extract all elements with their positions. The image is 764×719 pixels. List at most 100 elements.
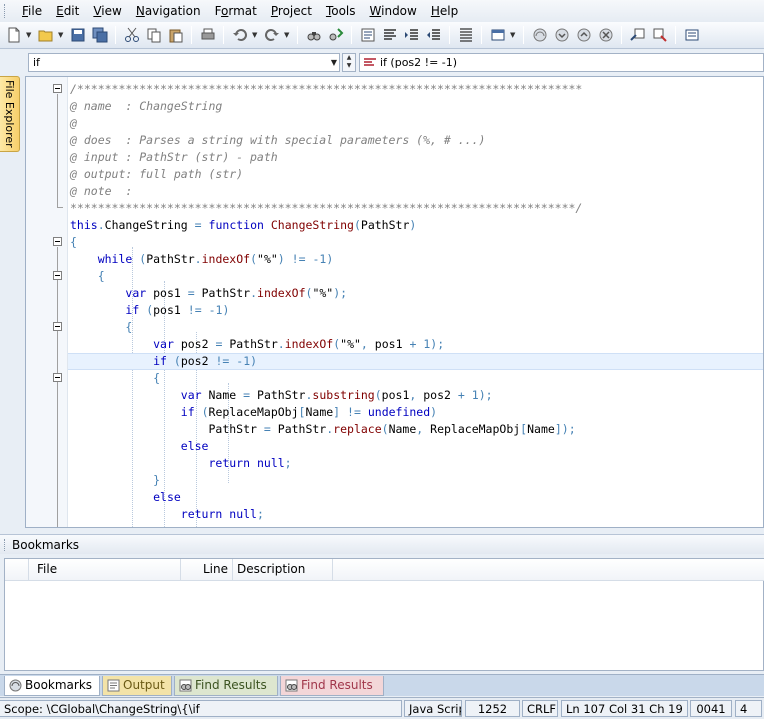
outdent-icon[interactable] bbox=[424, 26, 443, 45]
code-line: @ input : PathStr (str) - path bbox=[70, 150, 278, 164]
status-bar: Scope: \CGlobal\ChangeString\{\if Java S… bbox=[0, 697, 764, 719]
prev-bookmark-icon[interactable] bbox=[574, 26, 593, 45]
toolbar-separator bbox=[449, 26, 450, 44]
copy-icon[interactable] bbox=[144, 26, 163, 45]
fold-toggle-icon[interactable] bbox=[53, 237, 62, 246]
status-language[interactable]: Java Script bbox=[404, 700, 462, 717]
menu-view[interactable]: View bbox=[86, 0, 128, 22]
bookmarks-list[interactable]: File Line Description bbox=[4, 558, 764, 671]
cut-icon[interactable] bbox=[122, 26, 141, 45]
comment-block-icon[interactable] bbox=[456, 26, 475, 45]
panel-grip[interactable] bbox=[4, 539, 7, 551]
scope-bar: if ▼ ▲ ▼ if (pos2 != -1) bbox=[0, 50, 764, 75]
code-line: if (pos1 != -1) bbox=[125, 303, 230, 317]
find-icon[interactable] bbox=[304, 26, 323, 45]
toolbar-separator bbox=[115, 26, 116, 44]
code-line: while (PathStr.indexOf("%") != -1) bbox=[97, 252, 334, 266]
editor-window: File Edit View Navigation Format Project… bbox=[0, 0, 764, 719]
fold-toggle-icon[interactable] bbox=[53, 271, 62, 280]
toolbar-separator bbox=[481, 26, 482, 44]
code-line: { bbox=[70, 235, 77, 249]
menu-help[interactable]: Help bbox=[424, 0, 465, 22]
code-line: @ output: full path (str) bbox=[70, 167, 244, 181]
tab-bookmarks[interactable]: Bookmarks bbox=[4, 676, 100, 696]
fold-toggle-icon[interactable] bbox=[53, 84, 62, 93]
toolbar: ▼ ▼ ▼ ▼ ▼ bbox=[0, 22, 764, 49]
bookmark-toggle-icon[interactable] bbox=[530, 26, 549, 45]
window-list-icon[interactable] bbox=[488, 26, 507, 45]
next-bookmark-icon[interactable] bbox=[552, 26, 571, 45]
menu-window[interactable]: Window bbox=[363, 0, 424, 22]
align-lines-icon[interactable] bbox=[380, 26, 399, 45]
replace-icon[interactable] bbox=[326, 26, 345, 45]
fold-end bbox=[57, 207, 63, 208]
function-icon bbox=[364, 58, 376, 66]
code-line: var Name = PathStr.substring(pos1, pos2 … bbox=[180, 388, 493, 402]
menu-tools[interactable]: Tools bbox=[319, 0, 363, 22]
export-icon[interactable] bbox=[628, 26, 647, 45]
fold-toggle-icon[interactable] bbox=[53, 373, 62, 382]
line-gutter bbox=[26, 77, 68, 527]
status-codepage[interactable]: 1252 bbox=[465, 700, 520, 717]
code-line: /***************************************… bbox=[70, 82, 583, 96]
code-line: ****************************************… bbox=[70, 201, 583, 215]
bookmarks-panel-title: Bookmarks bbox=[12, 538, 80, 552]
indent-icon[interactable] bbox=[402, 26, 421, 45]
find-results-icon bbox=[285, 679, 298, 692]
column-file[interactable]: File bbox=[29, 559, 181, 580]
menu-edit[interactable]: Edit bbox=[49, 0, 86, 22]
menu-grip bbox=[4, 4, 7, 18]
menu-navigation[interactable]: Navigation bbox=[129, 0, 208, 22]
print-icon[interactable] bbox=[198, 26, 217, 45]
menu-project[interactable]: Project bbox=[264, 0, 319, 22]
column-description[interactable]: Description bbox=[233, 559, 333, 580]
redo-dropdown-icon[interactable]: ▼ bbox=[284, 31, 291, 39]
import-icon[interactable] bbox=[650, 26, 669, 45]
format-icon[interactable] bbox=[358, 26, 377, 45]
panel-icon[interactable] bbox=[682, 26, 701, 45]
undo-icon[interactable] bbox=[230, 26, 249, 45]
tab-find-results-2[interactable]: Find Results 2 bbox=[280, 676, 384, 711]
paste-icon[interactable] bbox=[166, 26, 185, 45]
code-editor[interactable]: /***************************************… bbox=[25, 76, 764, 528]
status-line-ending[interactable]: CRLF bbox=[522, 700, 558, 717]
menu-file[interactable]: File bbox=[15, 0, 49, 22]
toolbar-separator bbox=[351, 26, 352, 44]
save-icon[interactable] bbox=[68, 26, 87, 45]
code-line: else bbox=[153, 490, 181, 504]
scope-combo[interactable]: if ▼ bbox=[28, 53, 340, 72]
file-explorer-tab[interactable]: File Explorer bbox=[0, 76, 20, 152]
tab-label: Bookmarks bbox=[25, 678, 93, 692]
function-field[interactable]: if (pos2 != -1) bbox=[359, 53, 764, 72]
code-line: @ name : ChangeString bbox=[70, 99, 223, 113]
redo-icon[interactable] bbox=[262, 26, 281, 45]
tab-find-results-1[interactable]: Find Results 1 bbox=[174, 676, 278, 711]
new-file-dropdown-icon[interactable]: ▼ bbox=[26, 31, 33, 39]
column-line[interactable]: Line bbox=[181, 559, 233, 580]
save-all-icon[interactable] bbox=[90, 26, 109, 45]
window-dropdown-icon[interactable]: ▼ bbox=[510, 31, 517, 39]
code-line: this.ChangeString = function ChangeStrin… bbox=[70, 218, 417, 232]
scope-spin-button[interactable]: ▲ ▼ bbox=[342, 53, 356, 72]
toolbar-separator bbox=[523, 26, 524, 44]
column-checkbox[interactable] bbox=[5, 559, 29, 580]
code-line: else bbox=[180, 439, 209, 453]
open-dropdown-icon[interactable]: ▼ bbox=[58, 31, 65, 39]
undo-dropdown-icon[interactable]: ▼ bbox=[252, 31, 259, 39]
bookmarks-panel-header: Bookmarks bbox=[0, 534, 764, 554]
code-line: { bbox=[153, 371, 161, 385]
status-char-code: 0041 bbox=[690, 700, 732, 717]
new-file-icon[interactable] bbox=[4, 26, 23, 45]
bottom-tab-strip: Bookmarks Output Find Results 1 Find Res… bbox=[0, 674, 764, 711]
fold-margin bbox=[48, 77, 68, 527]
clear-bookmarks-icon[interactable] bbox=[596, 26, 615, 45]
file-explorer-label: File Explorer bbox=[3, 80, 16, 148]
code-line: } bbox=[153, 473, 161, 487]
open-folder-icon[interactable] bbox=[36, 26, 55, 45]
tab-output[interactable]: Output bbox=[102, 676, 172, 696]
code-area[interactable]: /***************************************… bbox=[68, 77, 763, 527]
chevron-down-icon[interactable]: ▼ bbox=[331, 54, 337, 71]
function-field-value: if (pos2 != -1) bbox=[380, 56, 458, 69]
fold-toggle-icon[interactable] bbox=[53, 322, 62, 331]
menu-format[interactable]: Format bbox=[208, 0, 264, 22]
